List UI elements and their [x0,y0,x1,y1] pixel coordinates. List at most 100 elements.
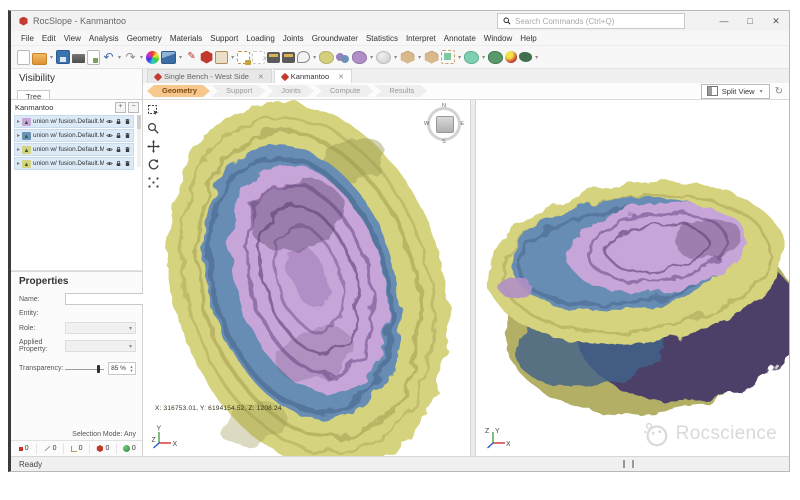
transparency-stepper[interactable]: 85 % ▴▾ [108,362,136,375]
delete-icon[interactable] [124,132,131,139]
role-select[interactable]: ▾ [65,322,136,334]
cube-green-outline-icon[interactable] [441,50,455,64]
resize-gripper-icon[interactable] [623,460,634,468]
menu-analysis[interactable]: Analysis [85,34,123,43]
collapse-all-button[interactable]: − [128,102,139,113]
bounding-box-icon[interactable] [215,51,228,64]
menu-statistics[interactable]: Statistics [362,34,402,43]
menu-groundwater[interactable]: Groundwater [308,34,362,43]
redo-dropdown-caret[interactable]: ▾ [140,54,143,61]
menu-joints[interactable]: Joints [279,34,308,43]
visibility-eye-icon[interactable] [106,146,113,153]
orientation-compass[interactable]: N E S W [424,104,464,144]
export-image-icon[interactable] [87,50,100,65]
lasso-dropdown-caret[interactable]: ▾ [313,54,316,61]
mesh-teal-icon[interactable] [464,51,479,64]
mesh-green-icon[interactable] [488,51,503,64]
tree-expand-icon[interactable]: ▸ [17,132,20,139]
tree-scrollbar[interactable] [137,115,141,167]
maximize-button[interactable]: □ [737,12,763,30]
save-icon[interactable] [56,50,70,64]
tab-kanmantoo[interactable]: Kanmantoo ✕ [274,69,352,83]
data-table-2-icon[interactable] [282,52,295,63]
menu-geometry[interactable]: Geometry [123,34,166,43]
material-sphere-icon[interactable] [505,51,517,63]
geology-dropdown-caret[interactable]: ▾ [370,54,373,61]
face-counter[interactable]: 0 [63,443,89,454]
sphere-gray-icon[interactable] [376,51,391,64]
print-icon[interactable] [72,54,85,63]
undo-dropdown-caret[interactable]: ▾ [118,54,121,61]
close-button[interactable]: ✕ [763,12,789,30]
visibility-eye-icon[interactable] [106,118,113,125]
rotate-tool-icon[interactable] [147,158,160,171]
applied-property-select[interactable]: ▾ [65,340,136,352]
menu-interpret[interactable]: Interpret [402,34,440,43]
tab-single-bench-west-side[interactable]: Single Bench - West Side ✕ [147,69,272,83]
rock-dropdown-caret[interactable]: ▾ [535,54,538,61]
zoom-tool-icon[interactable] [147,122,160,135]
lasso-select-icon[interactable] [297,51,310,63]
block-dropdown-caret[interactable]: ▾ [418,54,421,61]
data-table-icon[interactable] [267,52,280,63]
color-wheel-icon[interactable] [146,51,159,64]
geology-pair-icon[interactable] [336,51,350,63]
cube-dropdown-caret[interactable]: ▾ [458,54,461,61]
menu-window[interactable]: Window [480,34,516,43]
close-tab-icon[interactable]: ✕ [258,73,264,81]
zoom-extents-icon[interactable] [147,176,160,189]
close-tab-icon[interactable]: ✕ [338,73,344,81]
scene-image-icon[interactable] [161,51,176,64]
menu-view[interactable]: View [60,34,85,43]
search-commands-input[interactable]: Search Commands (Ctrl+Q) [497,13,685,29]
annotate-pen-icon[interactable]: ✎ [185,50,198,64]
minimize-button[interactable]: — [711,12,737,30]
delete-icon[interactable] [124,118,131,125]
slider-thumb[interactable] [97,365,100,373]
split-view-dropdown[interactable]: Split View ▾ [701,84,770,99]
solid-counter[interactable]: 0 [89,443,115,454]
box-dropdown-caret[interactable]: ▾ [231,54,234,61]
delete-icon[interactable] [124,146,131,153]
select-tool-icon[interactable] [147,104,160,117]
materials-hexagon-icon[interactable] [200,51,213,64]
lock-icon[interactable] [115,160,122,167]
menu-edit[interactable]: Edit [38,34,60,43]
tree-item[interactable]: ▸ ▲ union w/ fusion.Default.Mesh_extr [14,143,134,156]
edge-counter[interactable]: 0 [36,443,62,454]
menu-loading[interactable]: Loading [242,34,278,43]
sphere-dropdown-caret[interactable]: ▾ [394,54,397,61]
lock-icon[interactable] [115,118,122,125]
viewport-right[interactable]: Z Y X Rocscience [476,100,789,456]
redo-icon[interactable]: ↷ [124,50,137,64]
tree-item[interactable]: ▸ ▲ union w/ fusion.Default.Mesh_extr [14,129,134,142]
viewport-left[interactable]: N E S W X: 316753.01, Y: 6194154.52, Z: … [143,100,470,456]
open-folder-icon[interactable] [32,53,47,65]
tree-item[interactable]: ▸ ▲ union w/ fusion.Default.Mesh_extr [14,157,134,170]
delete-icon[interactable] [124,160,131,167]
expand-all-button[interactable]: + [115,102,126,113]
visibility-eye-icon[interactable] [106,132,113,139]
tab-results[interactable]: Results [374,85,427,97]
mesh-counter[interactable]: 0 [116,443,142,454]
open-dropdown-caret[interactable]: ▾ [50,54,53,61]
tab-compute[interactable]: Compute [315,85,373,97]
selection-mode-value[interactable]: Any [124,431,136,438]
menu-annotate[interactable]: Annotate [440,34,480,43]
tab-geometry[interactable]: Geometry [147,85,210,97]
menu-support[interactable]: Support [206,34,242,43]
mesh-dropdown-caret[interactable]: ▾ [482,54,485,61]
visibility-eye-icon[interactable] [106,160,113,167]
pan-tool-icon[interactable] [147,140,160,153]
selection-lock-icon[interactable] [237,51,250,64]
tree-expand-icon[interactable]: ▸ [17,160,20,167]
new-file-icon[interactable] [17,50,30,65]
block-tan-outline-icon[interactable] [424,51,439,64]
reset-view-icon[interactable]: ↻ [775,86,783,97]
selection-clear-icon[interactable]: ✕ [252,51,265,64]
tab-joints[interactable]: Joints [266,85,314,97]
menu-help[interactable]: Help [516,34,540,43]
tree-item[interactable]: ▸ ▲ union w/ fusion.Default.Mesh_extr [14,115,134,128]
vertex-counter[interactable]: 0 [11,443,36,454]
geology-purple-icon[interactable] [352,51,367,64]
